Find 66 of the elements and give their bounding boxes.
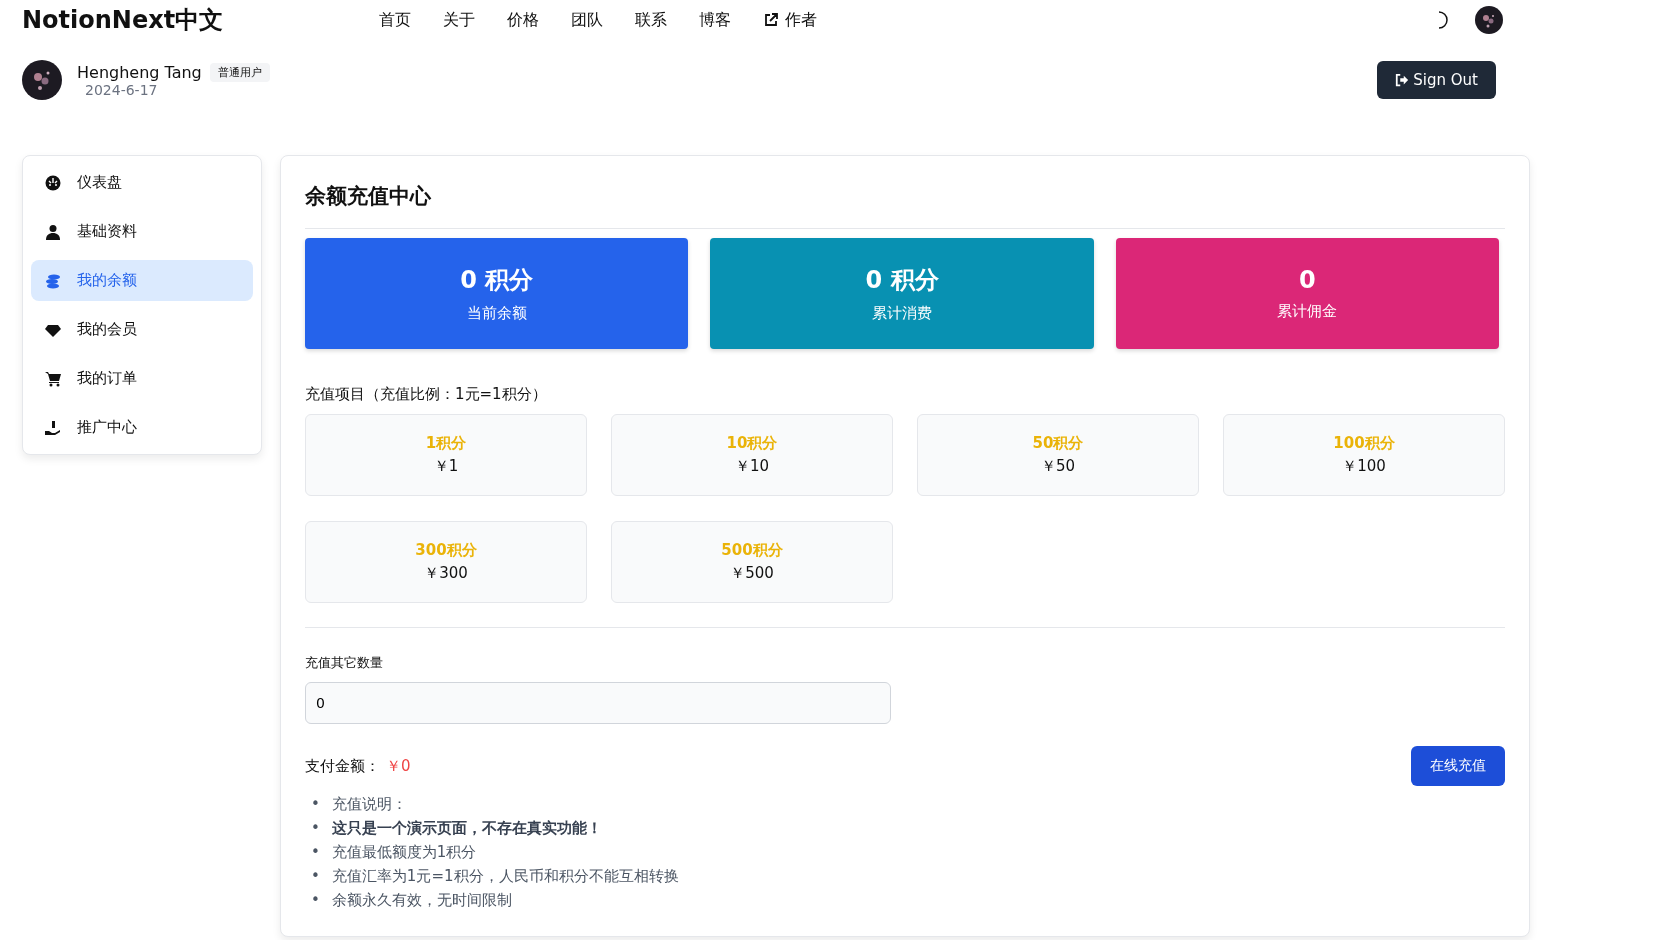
note-item: 余额永久有效，无时间限制 <box>331 890 512 910</box>
amount-field[interactable]: 0 <box>305 682 891 724</box>
package-points: 300积分 <box>415 541 477 560</box>
package-points: 1积分 <box>425 434 467 453</box>
sidebar-item[interactable]: 基础资料 <box>31 211 253 252</box>
note-item: 这只是一个演示页面，不存在真实功能！ <box>331 818 602 838</box>
package-points: 50积分 <box>1032 434 1084 453</box>
bullet: • <box>311 794 320 814</box>
pay-label: 支付金额： <box>305 756 380 776</box>
package-price: ￥500 <box>730 564 774 583</box>
coins-icon <box>45 272 61 289</box>
site-logo[interactable]: NotionNext中文 <box>22 4 379 36</box>
package-option[interactable]: 50积分 ￥50 <box>917 414 1199 496</box>
nav-link[interactable]: 关于 <box>443 9 475 31</box>
cart-icon <box>45 370 61 387</box>
package-price: ￥100 <box>1342 457 1386 476</box>
package-option[interactable]: 10积分 ￥10 <box>611 414 893 496</box>
sidebar-item[interactable]: 仪表盘 <box>31 162 253 203</box>
package-points: 10积分 <box>726 434 778 453</box>
recharge-button[interactable]: 在线充值 <box>1411 746 1505 786</box>
gauge-icon <box>45 174 61 191</box>
nav-link[interactable]: 博客 <box>699 9 731 31</box>
section-label: 充值项目（充值比例：1元=1积分） <box>305 385 548 404</box>
nav-link[interactable]: 团队 <box>571 9 603 31</box>
stat-label: 累计佣金 <box>1277 302 1338 321</box>
bullet: • <box>311 842 320 862</box>
note-item: 充值汇率为1元=1积分，人民币和积分不能互相转换 <box>331 866 679 886</box>
sidebar-item[interactable]: 推广中心 <box>31 407 253 448</box>
bullet: • <box>311 866 320 886</box>
package-option[interactable]: 1积分 ￥1 <box>305 414 587 496</box>
stat-label: 当前余额 <box>466 304 527 323</box>
sidebar-item[interactable]: 我的订单 <box>31 358 253 399</box>
person-icon <box>45 223 61 240</box>
sidebar-item[interactable]: 我的会员 <box>31 309 253 350</box>
hand-coin-icon <box>45 419 61 436</box>
field-label: 充值其它数量 <box>305 654 384 672</box>
package-points: 500积分 <box>721 541 783 560</box>
sign-out-icon <box>1395 73 1410 87</box>
package-price: ￥50 <box>1040 457 1076 476</box>
nav-link[interactable]: 首页 <box>379 9 411 31</box>
user-name: Hengheng Tang <box>77 62 202 82</box>
nav-link[interactable]: 价格 <box>507 9 539 31</box>
bullet: • <box>311 818 320 838</box>
nav-link[interactable]: 作者 <box>763 9 817 31</box>
external-link-icon <box>763 12 779 28</box>
stat-label: 累计消费 <box>872 304 932 323</box>
sidebar-item[interactable]: 我的余额 <box>31 260 253 301</box>
package-option[interactable]: 500积分 ￥500 <box>611 521 893 603</box>
package-option[interactable]: 100积分 ￥100 <box>1223 414 1505 496</box>
note-item: 充值说明： <box>331 794 407 814</box>
sign-out-button[interactable]: Sign Out <box>1377 61 1496 99</box>
package-price: ￥1 <box>433 457 459 476</box>
note-item: 充值最低额度为1积分 <box>331 842 477 862</box>
stat-value: 0 积分 <box>460 265 534 296</box>
package-price: ￥300 <box>424 564 468 583</box>
package-option[interactable]: 300积分 ￥300 <box>305 521 587 603</box>
join-date: 2024-6-17 <box>85 81 159 98</box>
stat-value: 0 积分 <box>865 265 939 296</box>
package-points: 100积分 <box>1333 434 1395 453</box>
package-price: ￥10 <box>734 457 770 476</box>
page-title: 余额充值中心 <box>305 182 1505 229</box>
pay-amount: ￥0 <box>386 756 411 776</box>
nav-link[interactable]: 联系 <box>635 9 667 31</box>
stat-value: 0 <box>1298 266 1316 294</box>
role-badge: 普通用户 <box>209 62 270 82</box>
bullet: • <box>311 890 320 910</box>
